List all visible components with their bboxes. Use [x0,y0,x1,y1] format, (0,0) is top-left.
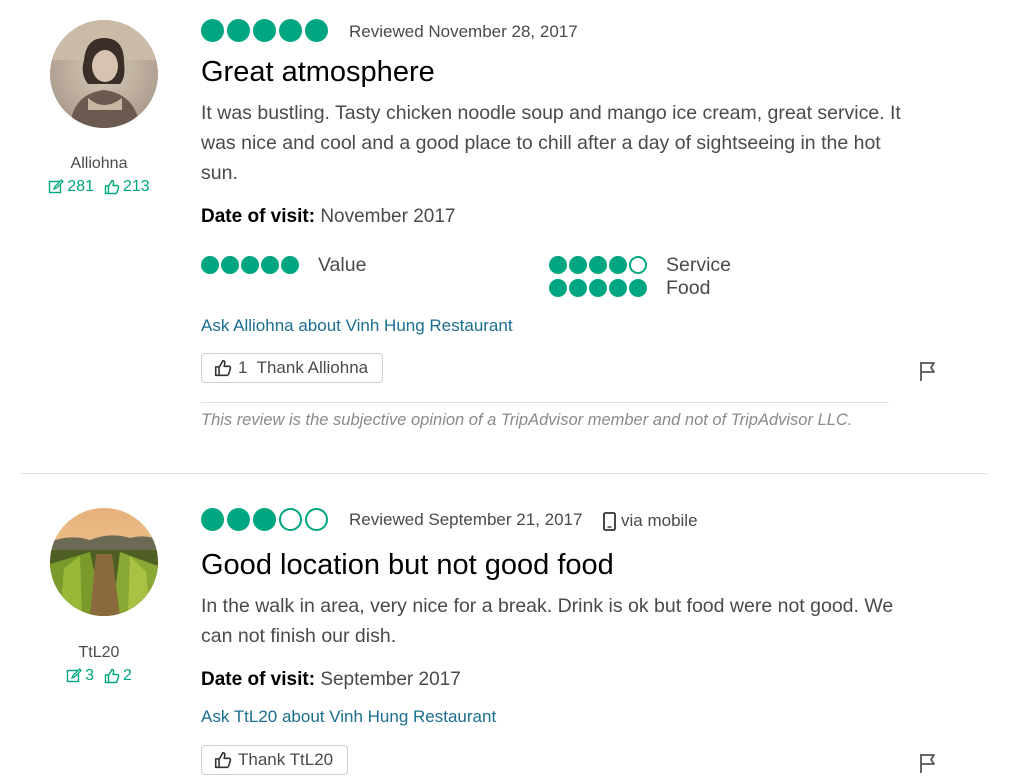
thumbs-up-icon [214,359,232,377]
review-rating-bubbles [201,508,328,531]
rating-bubble-filled [589,256,607,274]
rating-bubble-filled [227,19,250,42]
ask-reviewer-link[interactable]: Ask TtL20 about Vinh Hung Restaurant [201,707,496,727]
date-of-visit-value: November 2017 [320,206,456,227]
rating-bubble-filled [629,279,647,297]
service-rating-bubbles [549,256,647,274]
rating-bubble-filled [253,508,276,531]
rating-bubble-filled [609,279,627,297]
date-of-visit-label: Date of visit: [201,206,316,227]
helpful-votes-count: 2 [104,667,132,685]
contributions-count: 281 [48,178,94,196]
helpful-votes-count: 213 [104,178,150,196]
rating-bubble-filled [609,256,627,274]
rating-bubble-empty [629,256,647,274]
food-rating-bubbles [549,279,647,297]
rating-bubble-filled [241,256,259,274]
rating-bubble-filled [281,256,299,274]
subrating-label-value: Value [318,254,367,276]
rating-bubble-filled [253,19,276,42]
thank-button-label: Thank TtL20 [238,750,334,769]
reviewer-username[interactable]: Alliohna [20,155,178,173]
thumbs-up-icon [104,179,120,195]
subrating-label-food: Food [666,277,711,299]
reviewer-username[interactable]: TtL20 [20,644,178,662]
contributions-count: 3 [66,667,94,685]
date-of-visit: Date of visit: September 2017 [201,669,461,691]
rating-bubble-filled [549,256,567,274]
flag-icon[interactable] [918,360,938,382]
date-of-visit: Date of visit: November 2017 [201,206,456,228]
reviewed-date: Reviewed September 21, 2017 [349,510,583,529]
thank-reviewer-button[interactable]: Thank TtL20 [201,745,349,775]
rating-bubble-empty [279,508,302,531]
rating-bubble-filled [261,256,279,274]
rating-bubble-filled [549,279,567,297]
rating-bubble-filled [221,256,239,274]
rating-bubble-filled [279,19,302,42]
reviewer-avatar[interactable] [50,20,158,128]
rating-bubble-filled [569,256,587,274]
date-of-visit-value: September 2017 [320,669,461,690]
flag-icon[interactable] [918,752,938,774]
reviewer-avatar[interactable] [50,508,158,616]
rating-bubble-filled [305,19,328,42]
ask-reviewer-link[interactable]: Ask Alliohna about Vinh Hung Restaurant [201,316,513,336]
review-card: Alliohna 281 213 Reviewed November 28, 2… [0,0,1017,474]
review-title[interactable]: Great atmosphere [201,56,435,89]
pencil-edit-icon [66,668,83,683]
rating-bubble-filled [201,508,224,531]
subrating-label-service: Service [666,254,732,276]
thumbs-up-icon [104,668,120,684]
divider [201,402,889,403]
thumbs-up-icon [214,751,232,769]
reviewer-stats: 281 213 [20,178,178,196]
date-of-visit-label: Date of visit: [201,669,316,690]
review-title[interactable]: Good location but not good food [201,549,614,582]
reviewer-stats: 3 2 [20,667,178,685]
reviewed-date: Reviewed November 28, 2017 [349,22,578,41]
rating-bubble-filled [589,279,607,297]
rating-bubble-filled [201,256,219,274]
pencil-edit-icon [49,179,65,194]
review-rating-bubbles [201,19,328,42]
via-mobile: via mobile [603,511,698,531]
review-card: TtL20 3 2 Reviewed September 21, 2017 vi… [0,474,1017,781]
rating-bubble-filled [201,19,224,42]
review-body: In the walk in area, very nice for a bre… [201,595,894,647]
review-body: It was bustling. Tasty chicken noodle so… [201,102,901,184]
rating-bubble-filled [227,508,250,531]
value-rating-bubbles [201,256,299,274]
rating-bubble-empty [305,508,328,531]
thank-button-label: 1 Thank Alliohna [238,358,369,377]
review-disclaimer: This review is the subjective opinion of… [201,411,853,429]
thank-reviewer-button[interactable]: 1 Thank Alliohna [201,353,384,383]
rating-bubble-filled [569,279,587,297]
mobile-phone-icon [603,511,616,531]
